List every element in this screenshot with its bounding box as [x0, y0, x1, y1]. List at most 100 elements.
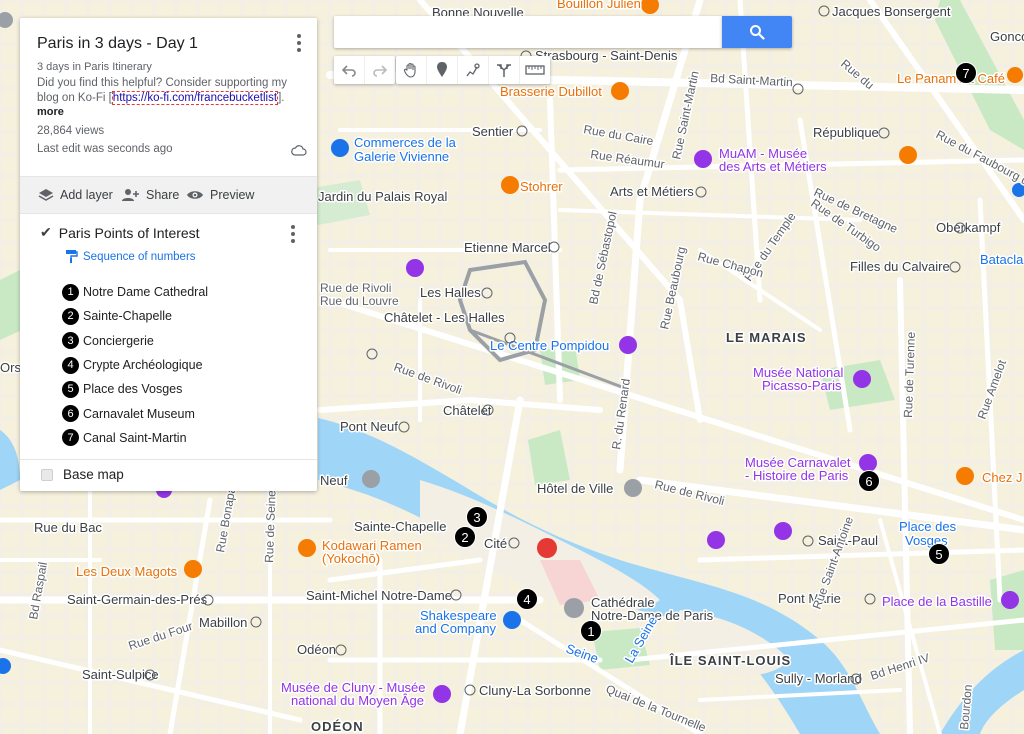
- marker-1[interactable]: 1: [580, 620, 602, 642]
- ruler-icon: [525, 65, 545, 75]
- line-icon: [466, 63, 480, 77]
- map-label: Galerie Vivienne: [354, 149, 449, 164]
- map-options-button[interactable]: [290, 32, 308, 54]
- hand-icon: [403, 62, 416, 78]
- marker-3[interactable]: 3: [466, 506, 488, 528]
- number-badge: 4: [62, 356, 79, 374]
- item-name: Sainte-Chapelle: [83, 309, 172, 324]
- map-label: Le Panam'art Café: [897, 71, 1005, 86]
- list-item[interactable]: 4 Crypte Archéologique: [62, 353, 208, 377]
- marker-2[interactable]: 2: [454, 526, 476, 548]
- undo-button[interactable]: [334, 56, 365, 84]
- add-marker-button[interactable]: [427, 56, 458, 84]
- list-item[interactable]: 6 Carnavalet Museum: [62, 401, 208, 425]
- list-item[interactable]: 5 Place des Vosges: [62, 377, 208, 401]
- layer-title[interactable]: Paris Points of Interest: [59, 225, 200, 241]
- map-label: République: [813, 125, 879, 140]
- search-input[interactable]: [334, 16, 722, 48]
- map-label: Brasserie Dubillot: [500, 84, 602, 99]
- divider: [20, 459, 317, 460]
- preview-button[interactable]: Preview: [186, 177, 254, 213]
- measure-button[interactable]: [520, 56, 550, 84]
- directions-icon: [497, 64, 511, 77]
- map-label: Strasbourg - Saint-Denis: [535, 48, 678, 63]
- map-label: Chez J: [982, 470, 1022, 485]
- list-item[interactable]: 2 Sainte-Chapelle: [62, 304, 208, 328]
- item-name: Crypte Archéologique: [83, 358, 203, 373]
- redo-icon: [373, 65, 388, 77]
- directions-button[interactable]: [489, 56, 520, 84]
- preview-label: Preview: [210, 188, 255, 202]
- map-label: Etienne Marcel: [464, 240, 551, 255]
- more-vert-icon-dot: [291, 232, 295, 236]
- map-label: Châtelet - Les Halles: [384, 310, 505, 325]
- map-label: Châtelet: [443, 403, 492, 418]
- marker-4[interactable]: 4: [516, 588, 538, 610]
- share-button[interactable]: Share: [120, 177, 179, 213]
- layer-item-list: 1 Notre Dame Cathedral 2 Sainte-Chapelle 3…: [62, 280, 208, 450]
- map-label: Bouillon Julien: [557, 0, 641, 11]
- more-link[interactable]: more: [37, 106, 64, 118]
- map-label: Pont Neuf: [340, 419, 398, 434]
- undo-icon: [341, 65, 356, 77]
- search-button[interactable]: [722, 16, 792, 48]
- layer-header[interactable]: ✔ Paris Points of Interest: [40, 224, 200, 241]
- draw-line-button[interactable]: [458, 56, 489, 84]
- more-vert-icon: [297, 34, 301, 38]
- layer-style-link[interactable]: Sequence of numbers: [65, 249, 196, 264]
- map-label: Hôtel de Ville: [537, 481, 613, 496]
- search-icon: [750, 25, 765, 40]
- map-title[interactable]: Paris in 3 days - Day 1: [37, 35, 198, 53]
- map-label: Pont Marie: [778, 591, 841, 606]
- map-legend-panel: Paris in 3 days - Day 1 3 days in Paris …: [20, 18, 317, 491]
- base-map-toggle[interactable]: Base map: [41, 467, 124, 482]
- map-label: Rue de Seine: [262, 490, 279, 563]
- more-vert-icon-dot: [291, 239, 295, 243]
- add-layer-button[interactable]: Add layer: [38, 177, 113, 213]
- item-name: Canal Saint-Martin: [83, 430, 187, 445]
- marker-6[interactable]: 6: [858, 470, 880, 492]
- map-label: - Histoire de Paris: [745, 468, 849, 483]
- marker-7[interactable]: 7: [955, 62, 977, 84]
- kofi-link[interactable]: https://ko-fi.com/francebucketlist: [111, 91, 279, 105]
- map-label: Bataclan: [980, 252, 1024, 267]
- cloud-saved-icon: [291, 145, 307, 156]
- select-tool-button[interactable]: [396, 56, 427, 84]
- map-label: Picasso-Paris: [762, 378, 842, 393]
- map-label: ÎLE SAINT-LOUIS: [669, 653, 791, 668]
- description-end: ].: [278, 92, 285, 104]
- map-label: Les Halles: [420, 285, 481, 300]
- person-add-icon: [122, 189, 139, 201]
- add-layer-label: Add layer: [60, 188, 113, 202]
- view-count: 28,864 views: [37, 125, 105, 137]
- list-item[interactable]: 7 Canal Saint-Martin: [62, 426, 208, 450]
- marker-5[interactable]: 5: [928, 543, 950, 565]
- layer-style-label: Sequence of numbers: [83, 250, 196, 263]
- redo-button[interactable]: [365, 56, 395, 84]
- map-label: Arts et Métiers: [610, 184, 694, 199]
- map-label: Sentier: [472, 124, 514, 139]
- layers-icon: [38, 189, 54, 201]
- marker-icon: [437, 62, 447, 77]
- map-label: Sully - Morland: [775, 671, 862, 686]
- number-badge: 2: [62, 307, 79, 325]
- map-label: Odéon: [297, 642, 336, 657]
- map-label: Neuf: [320, 473, 348, 488]
- map-label: and Company: [415, 621, 496, 636]
- edit-tools: [396, 56, 550, 84]
- item-name: Carnavalet Museum: [83, 406, 195, 421]
- layer-options-button[interactable]: [284, 223, 302, 245]
- map-label: des Arts et Métiers: [719, 159, 827, 174]
- checkmark-icon[interactable]: ✔: [40, 224, 52, 241]
- history-tools: [334, 56, 395, 84]
- map-label: Mabillon: [199, 615, 247, 630]
- base-map-label: Base map: [63, 467, 124, 482]
- map-label: Saint-Germain-des-Prés: [67, 592, 208, 607]
- map-label: Rue du Bac: [34, 520, 102, 535]
- item-name: Notre Dame Cathedral: [83, 285, 209, 300]
- expand-icon: [41, 468, 53, 481]
- more-vert-icon-dot: [297, 41, 301, 45]
- list-item[interactable]: 1 Notre Dame Cathedral: [62, 280, 208, 304]
- list-item[interactable]: 3 Conciergerie: [62, 329, 208, 353]
- item-name: Conciergerie: [83, 333, 154, 348]
